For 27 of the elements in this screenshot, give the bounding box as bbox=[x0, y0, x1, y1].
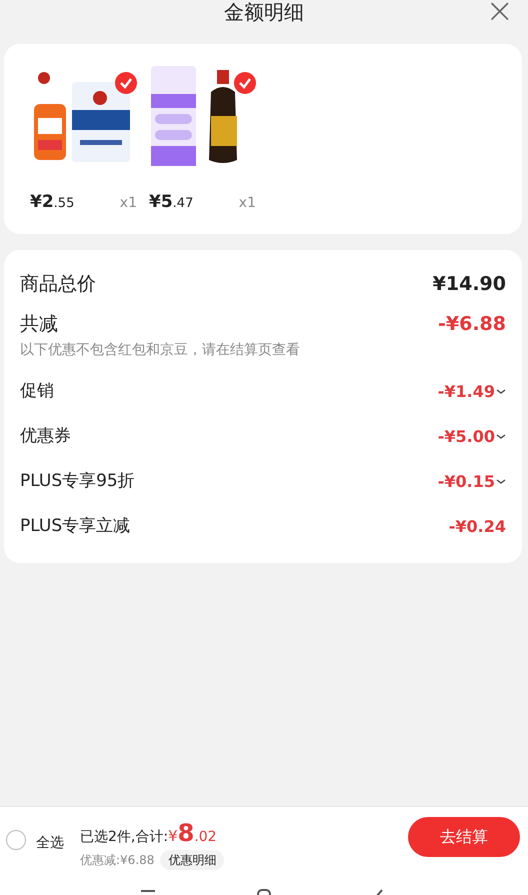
discount-name: PLUS专享立减 bbox=[20, 514, 130, 538]
product-price: ¥2.55 bbox=[30, 191, 74, 214]
discount-name: PLUS专享95折 bbox=[20, 470, 135, 493]
discount-label: 共减 bbox=[20, 312, 58, 336]
discount-toggle[interactable]: -¥5.00 bbox=[438, 424, 506, 448]
checkout-button[interactable]: 去结算 bbox=[408, 817, 520, 857]
quantity-text: x1 bbox=[120, 194, 137, 213]
saved-text: 优惠减:¥6.88 bbox=[80, 852, 154, 869]
discount-name: 优惠券 bbox=[20, 424, 71, 448]
total-label: 商品总价 bbox=[20, 272, 96, 298]
note-text: 以下优惠不包含红包和京豆，请在结算页查看 bbox=[20, 341, 301, 360]
discount-toggle[interactable]: -¥1.49 bbox=[438, 380, 506, 404]
discount-name: 促销 bbox=[20, 380, 54, 403]
close-button[interactable]: × bbox=[486, 0, 514, 26]
page-title: 金额明细 bbox=[224, 0, 304, 24]
select-all-label[interactable]: 全选 bbox=[36, 833, 64, 854]
total-price: 已选2件,合计:¥8.02 bbox=[80, 823, 218, 848]
discount-amount: -¥0.24 bbox=[448, 516, 506, 538]
check-icon[interactable] bbox=[115, 72, 137, 94]
discount-toggle[interactable]: -¥0.15 bbox=[438, 470, 506, 494]
discount-value: -¥6.88 bbox=[438, 312, 506, 336]
check-icon[interactable] bbox=[234, 72, 256, 94]
quantity-text: x1 bbox=[238, 194, 256, 213]
select-all-radio[interactable] bbox=[6, 830, 26, 850]
total-value: ¥14.90 bbox=[432, 272, 506, 298]
product-price: ¥5.47 bbox=[149, 191, 194, 214]
detail-button[interactable]: 优惠明细 bbox=[160, 850, 224, 870]
